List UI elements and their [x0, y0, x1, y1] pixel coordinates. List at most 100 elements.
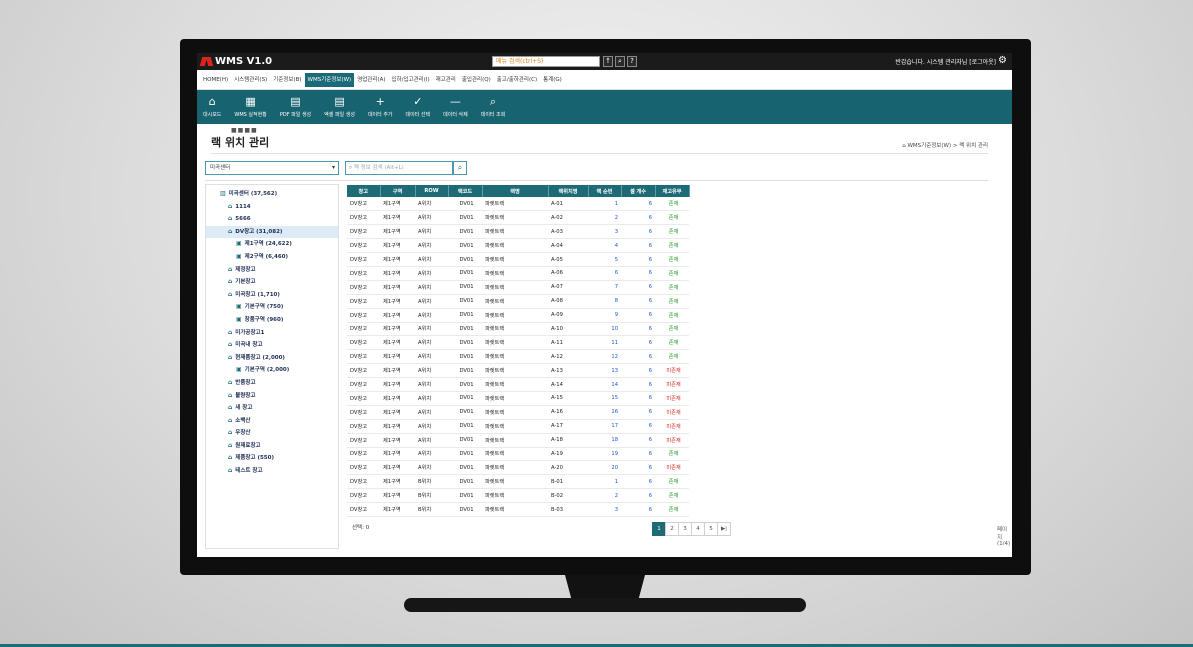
tree-node[interactable]: ⌂ 원재료창고: [206, 440, 338, 453]
column-header[interactable]: 창고: [347, 185, 381, 197]
tree-node[interactable]: ▣ 제2구역 (6,460): [206, 251, 338, 264]
toolbar-button[interactable]: — 데이터 삭제: [443, 96, 468, 119]
column-header[interactable]: 구역: [380, 185, 416, 197]
menu-tab[interactable]: WMS기준정보(W): [304, 72, 355, 87]
rack-search-input[interactable]: ⌕ 랙 정보 검색 (Alt+L): [345, 161, 453, 175]
tree-node[interactable]: ▥ 미곡센터 (37,562): [206, 188, 338, 201]
tree-node[interactable]: ⌂ 1114: [206, 201, 338, 214]
menu-tab[interactable]: HOME(H): [200, 73, 231, 87]
tree-node[interactable]: ⌂ 우창산: [206, 427, 338, 440]
table-row[interactable]: DV창고 제1구역 A위치 DV01 파렛트랙 A-07 7 6 존재: [347, 280, 689, 295]
page-button[interactable]: 1: [652, 522, 666, 536]
page-info: 페이지(1/4): [997, 527, 1011, 547]
table-row[interactable]: DV창고 제1구역 A위치 DV01 파렛트랙 A-13 13 6 미존재: [347, 363, 689, 379]
menu-tab[interactable]: 재고관리: [433, 73, 459, 87]
tree-node[interactable]: ⌂ 미곡창고 (1,710): [206, 289, 338, 302]
table-row[interactable]: DV창고 제1구역 A위치 DV01 파렛트랙 A-01 1 6 존재: [347, 197, 689, 212]
table-cell: 3: [588, 224, 621, 240]
tree-node[interactable]: ▣ 제1구역 (24,622): [206, 238, 338, 251]
search-button[interactable]: ⌕: [615, 56, 625, 67]
table-row[interactable]: DV창고 제1구역 A위치 DV01 파렛트랙 A-12 12 6 존재: [347, 349, 689, 365]
tree-node[interactable]: ⌂ 미가공창고1: [206, 327, 338, 340]
table-cell: A위치: [415, 335, 448, 351]
table-cell: A-11: [548, 335, 588, 351]
table-row[interactable]: DV창고 제1구역 A위치 DV01 파렛트랙 A-03 3 6 존재: [347, 224, 689, 240]
tree-node[interactable]: ⌂ 기본창고: [206, 276, 338, 289]
table-row[interactable]: DV창고 제1구역 A위치 DV01 파렛트랙 A-18 18 6 미존재: [347, 433, 689, 448]
last-page-button[interactable]: ▶|: [717, 522, 731, 536]
tree-node[interactable]: ⌂ 제정창고: [206, 264, 338, 277]
table-row[interactable]: DV창고 제1구역 A위치 DV01 파렛트랙 A-20 20 6 미존재: [347, 460, 689, 476]
menu-tab[interactable]: 통계(G): [540, 73, 565, 87]
table-cell: 10: [588, 322, 621, 337]
table-row[interactable]: DV창고 제1구역 B위치 DV01 파렛트랙 B-02 2 6 존재: [347, 488, 689, 504]
move-up-button[interactable]: ↑: [603, 56, 613, 67]
tree-node[interactable]: ⌂ 테스트 창고: [206, 465, 338, 478]
tree-node[interactable]: ⌂ 제품창고 (550): [206, 452, 338, 465]
column-header[interactable]: 랙코드: [448, 185, 483, 197]
rack-search-button[interactable]: ⌕: [453, 161, 467, 175]
toolbar-button[interactable]: ⌕ 데이터 조회: [481, 96, 506, 119]
tree-node[interactable]: ⌂ 소백산: [206, 415, 338, 428]
table-row[interactable]: DV창고 제1구역 A위치 DV01 파렛트랙 A-11 11 6 존재: [347, 335, 689, 351]
column-header[interactable]: 셀 개수: [621, 185, 656, 197]
table-cell: A위치: [415, 363, 448, 379]
toolbar-button[interactable]: + 데이터 추가: [368, 96, 393, 119]
table-row[interactable]: DV창고 제1구역 A위치 DV01 파렛트랙 A-19 19 6 존재: [347, 447, 689, 462]
tree-node[interactable]: ▣ 기본구역 (750): [206, 301, 338, 314]
monitor-frame: WMS V1.0 메뉴 검색(ctrl+S) ↑ ⌕ ? 반갑습니다. 시스템 …: [180, 39, 1031, 575]
tree-node-label: 테스트 창고: [235, 468, 263, 475]
table-row[interactable]: DV창고 제1구역 A위치 DV01 파렛트랙 A-14 14 6 미존재: [347, 377, 689, 392]
table-row[interactable]: DV창고 제1구역 A위치 DV01 파렛트랙 A-06 6 6 존재: [347, 266, 689, 281]
gear-icon[interactable]: ⚙: [998, 55, 1007, 66]
page-button[interactable]: 4: [691, 522, 705, 536]
column-header[interactable]: ROW: [415, 185, 449, 197]
toolbar-button[interactable]: ⌂ 대시보드: [203, 96, 221, 119]
table-row[interactable]: DV창고 제1구역 B위치 DV01 파렛트랙 B-01 1 6 존재: [347, 474, 689, 490]
page-button[interactable]: 3: [678, 522, 692, 536]
table-cell: DV창고: [347, 433, 380, 448]
table-row[interactable]: DV창고 제1구역 A위치 DV01 파렛트랙 A-04 4 6 존재: [347, 238, 689, 254]
tree-node[interactable]: ⌂ 반품창고: [206, 377, 338, 390]
table-row[interactable]: DV창고 제1구역 A위치 DV01 파렛트랙 A-05 5 6 존재: [347, 252, 689, 267]
table-row[interactable]: DV창고 제1구역 A위치 DV01 파렛트랙 A-15 15 6 미존재: [347, 391, 689, 406]
table-row[interactable]: DV창고 제1구역 A위치 DV01 파렛트랙 A-08 8 6 존재: [347, 294, 689, 309]
table-row[interactable]: DV창고 제1구역 A위치 DV01 파렛트랙 A-09 9 6 존재: [347, 308, 689, 323]
table-cell: DV01: [448, 433, 482, 448]
center-select[interactable]: 미곡센터 ▾: [205, 161, 339, 175]
table-row[interactable]: DV창고 제1구역 A위치 DV01 파렛트랙 A-17 17 6 미존재: [347, 419, 689, 434]
menu-tab[interactable]: 출입관리(Q): [459, 73, 494, 87]
table-row[interactable]: DV창고 제1구역 A위치 DV01 파렛트랙 A-16 16 6 미존재: [347, 405, 689, 420]
toolbar-button[interactable]: ▤ PDF 파일 생성: [280, 96, 311, 119]
greeting-text[interactable]: 반갑습니다. 시스템 관리자님 [로그아웃]: [895, 57, 996, 66]
tree-node[interactable]: ⌂ 새 창고: [206, 402, 338, 415]
column-header[interactable]: 랙 순번: [588, 185, 622, 197]
tree-node[interactable]: ⌂ 5666: [206, 213, 338, 226]
tree-node[interactable]: ⌂ 불량창고: [206, 390, 338, 403]
table-cell: DV창고: [347, 502, 380, 517]
table-row[interactable]: DV창고 제1구역 A위치 DV01 파렛트랙 A-02 2 6 존재: [347, 210, 689, 226]
page-button[interactable]: 5: [704, 522, 718, 536]
menu-tab[interactable]: 입하/입고관리(I): [388, 73, 432, 87]
toolbar-button[interactable]: ▤ 엑셀 파일 생성: [324, 96, 355, 119]
page-button[interactable]: 2: [665, 522, 679, 536]
menu-tab[interactable]: 영업관리(A): [354, 73, 388, 87]
menu-tab[interactable]: 시스템관리(S): [231, 73, 270, 87]
toolbar-button[interactable]: ✓ 데이터 선택: [406, 96, 431, 119]
menu-search-input[interactable]: 메뉴 검색(ctrl+S): [492, 56, 600, 67]
table-row[interactable]: DV창고 제1구역 A위치 DV01 파렛트랙 A-10 10 6 존재: [347, 322, 689, 337]
column-header[interactable]: 랙명: [482, 185, 549, 197]
tree-node[interactable]: ⌂ 현재품창고 (2,000): [206, 352, 338, 365]
column-header[interactable]: 재고유무: [655, 185, 690, 197]
tree-node[interactable]: ▣ 기본구역 (2,000): [206, 364, 338, 377]
tree-node[interactable]: ⌂ 미곡내 창고: [206, 339, 338, 352]
help-button[interactable]: ?: [627, 56, 637, 67]
column-header[interactable]: 랙위치명: [548, 185, 589, 197]
warehouse-icon: ⌂: [228, 429, 233, 437]
menu-tab[interactable]: 출고/출하관리(C): [494, 73, 540, 87]
tree-node[interactable]: ▣ 창품구역 (960): [206, 314, 338, 327]
menu-tab[interactable]: 기준정보(B): [270, 73, 304, 87]
table-row[interactable]: DV창고 제1구역 B위치 DV01 파렛트랙 B-03 3 6 존재: [347, 502, 689, 517]
tree-node[interactable]: ⌂ DV창고 (31,082): [206, 225, 338, 239]
toolbar-button[interactable]: ▦ WMS 실적현황: [234, 96, 266, 119]
